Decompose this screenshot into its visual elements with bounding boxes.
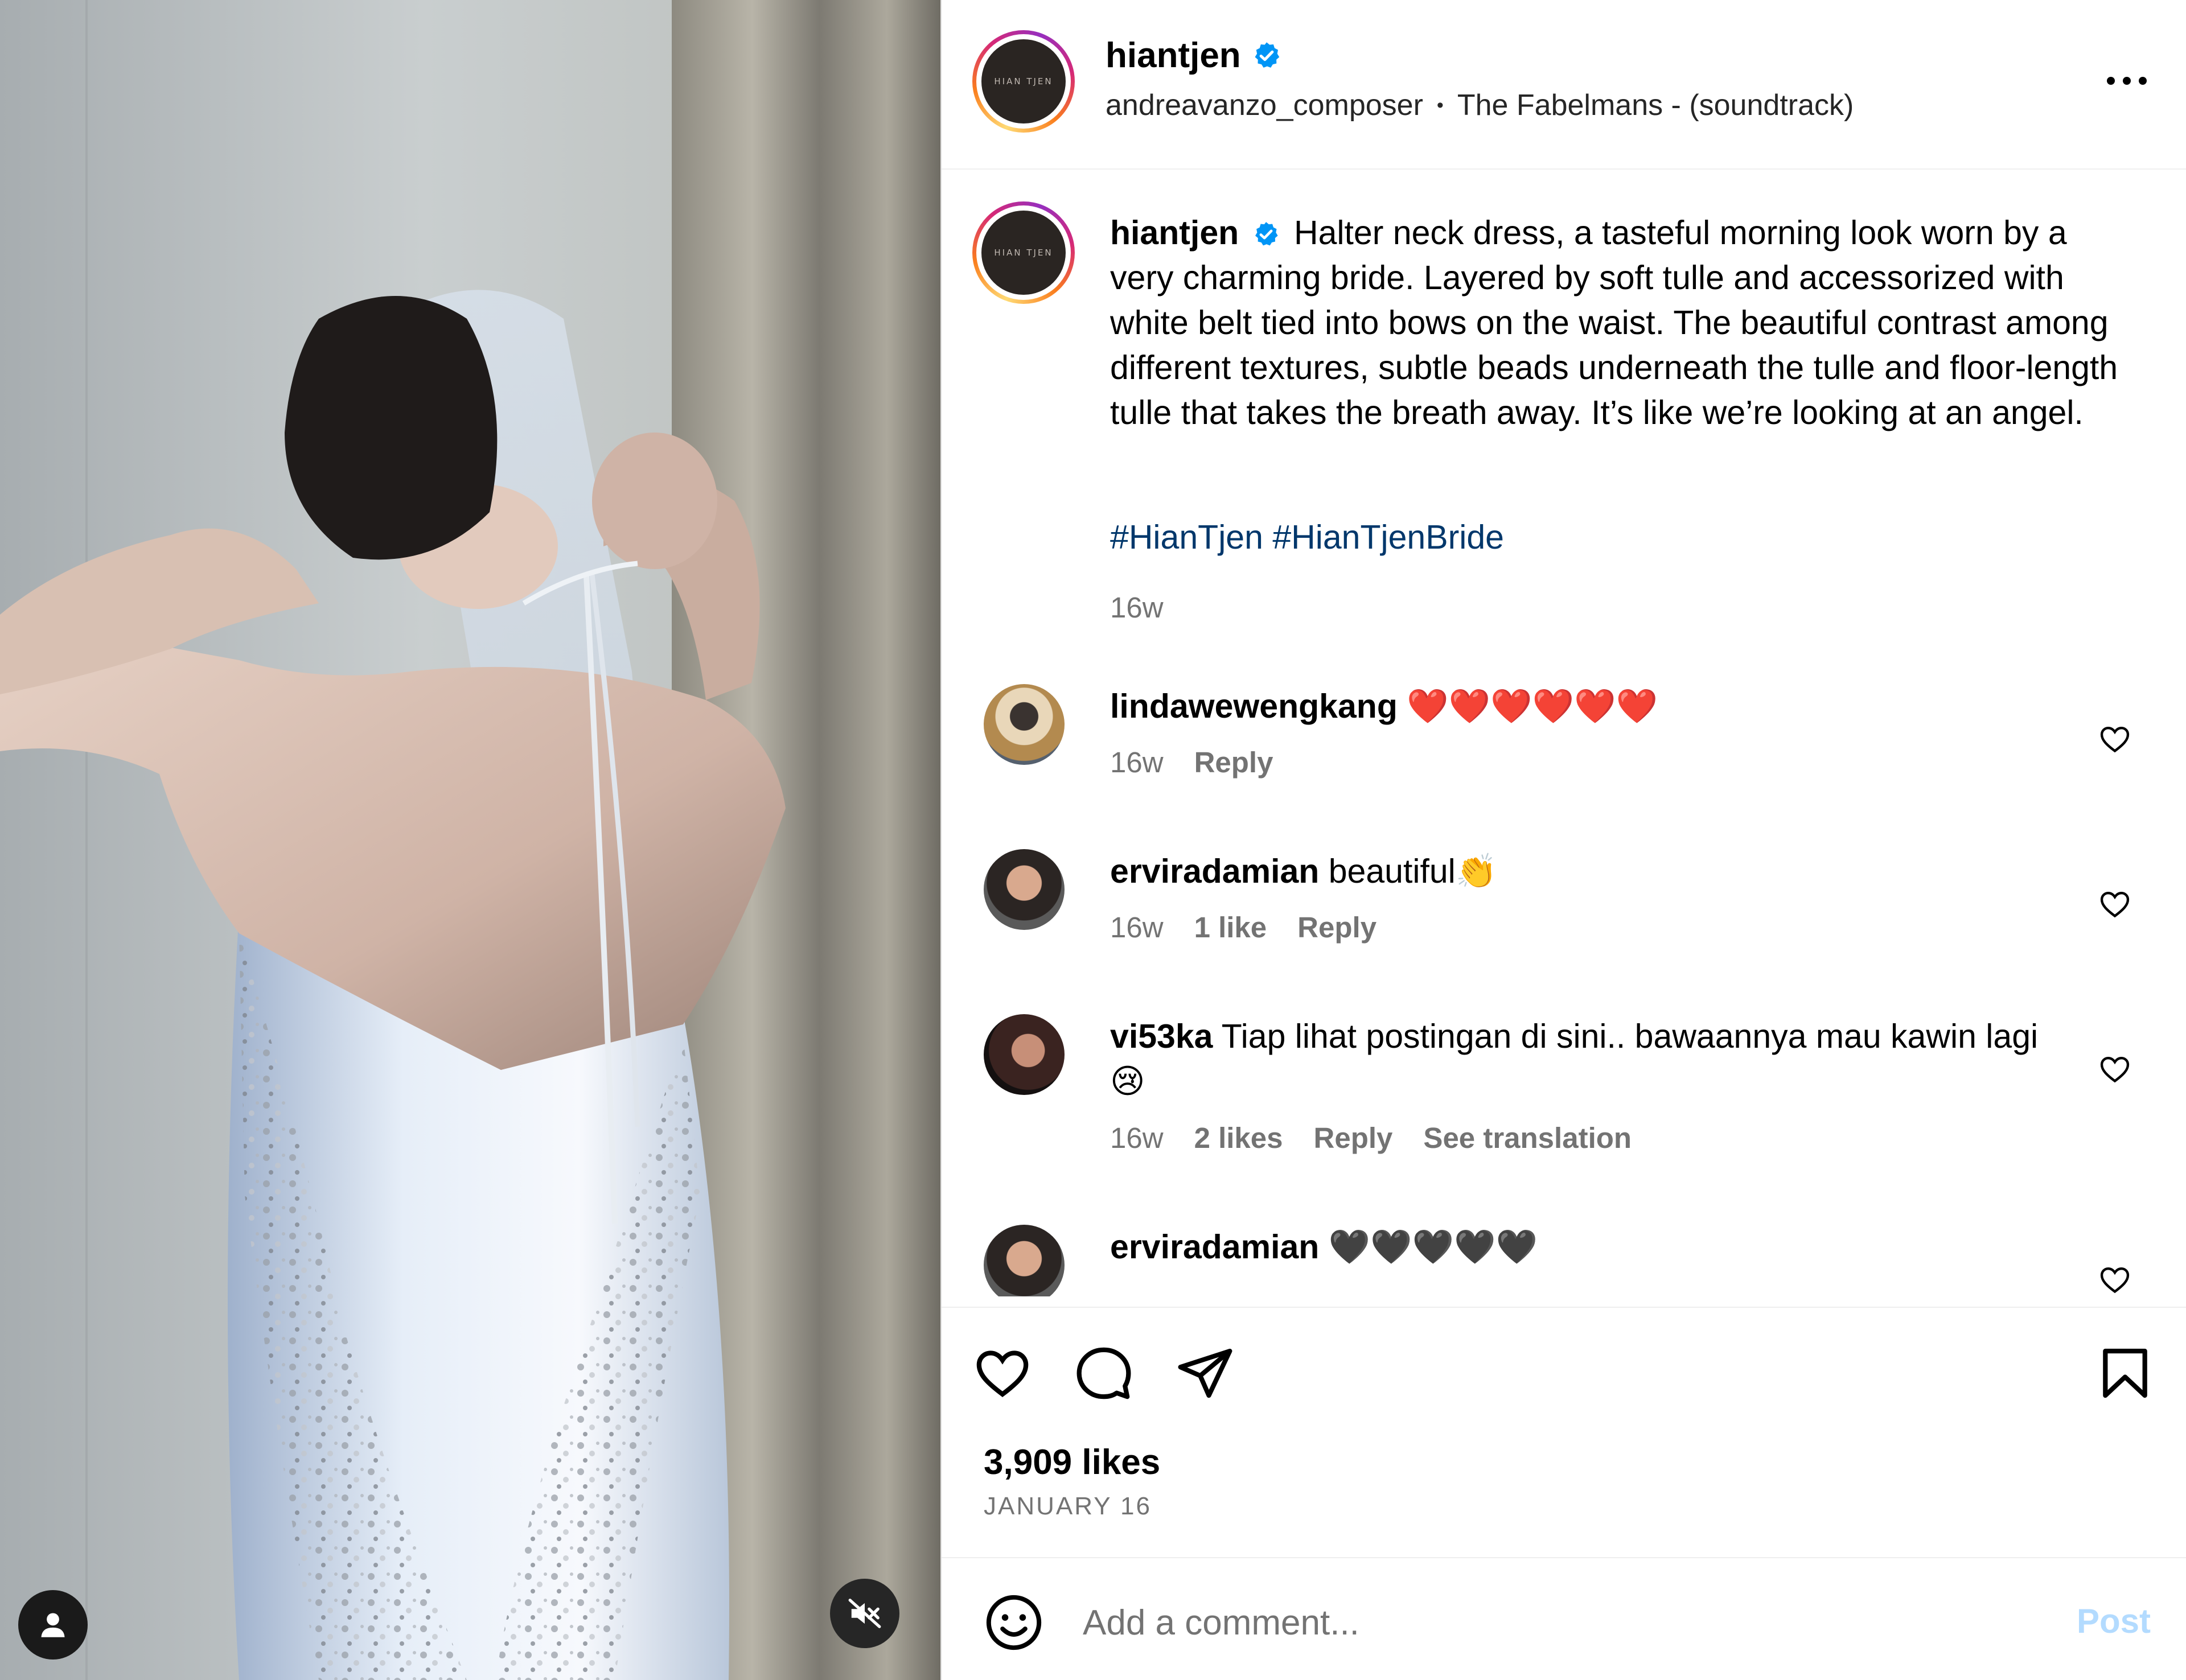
see-translation-link[interactable]: See translation: [1423, 1121, 1632, 1155]
comment-likes-count[interactable]: 1 like: [1194, 911, 1267, 944]
speaker-muted-icon: [848, 1599, 881, 1628]
commenter-avatar[interactable]: [984, 1014, 1065, 1095]
comment-timestamp[interactable]: 16w: [1110, 911, 1164, 944]
comment-button[interactable]: [1073, 1342, 1135, 1405]
like-button[interactable]: [971, 1342, 1034, 1405]
caption-hashtags[interactable]: #HianTjen #HianTjenBride: [1110, 518, 1504, 557]
caption-author-username[interactable]: hiantjen: [1110, 214, 1239, 252]
smiley-icon[interactable]: [984, 1592, 1044, 1653]
heart-icon: [976, 1350, 1029, 1397]
commenter-avatar[interactable]: [984, 849, 1065, 930]
author-avatar[interactable]: HIAN TJEN: [972, 30, 1075, 133]
mute-toggle-button[interactable]: [830, 1579, 899, 1648]
commenter-username[interactable]: vi53ka: [1110, 1018, 1213, 1055]
likes-count[interactable]: 3,909 likes: [984, 1442, 1160, 1483]
commenter-username[interactable]: erviradamian: [1110, 1228, 1319, 1266]
post-date[interactable]: JANUARY 16: [984, 1492, 1152, 1521]
share-button[interactable]: [1174, 1342, 1236, 1405]
bride-video-frame: [0, 0, 940, 1680]
comment-body: beautiful👏: [1328, 853, 1498, 890]
save-button[interactable]: [2094, 1342, 2156, 1405]
separator-dot: •: [1436, 94, 1444, 116]
verified-badge-icon: [1255, 42, 1279, 68]
caption-timestamp[interactable]: 16w: [1110, 591, 1164, 624]
caption-text-block: hiantjen Halter neck dress, a tasteful m…: [1110, 211, 2135, 435]
comment-meta: 16w 2 likes Reply See translation: [1110, 1121, 1632, 1155]
comment-timestamp[interactable]: 16w: [1110, 746, 1164, 779]
person-tag-icon: [41, 1613, 65, 1637]
comment-body: 🖤🖤🖤🖤🖤: [1328, 1228, 1538, 1266]
commenter-avatar[interactable]: [984, 684, 1065, 765]
comment-text: vi53ka Tiap lihat postingan di sini.. ba…: [1110, 1014, 2078, 1104]
comment-meta: 16w Reply: [1110, 746, 1273, 779]
post-media[interactable]: [0, 0, 940, 1680]
commenter-avatar[interactable]: [984, 1225, 1065, 1296]
comment-body: Tiap lihat postingan di sini.. bawaannya…: [1110, 1018, 2039, 1100]
caption-author-avatar[interactable]: HIAN TJEN: [972, 201, 1075, 304]
paper-plane-icon: [1178, 1348, 1232, 1398]
post-side-panel: HIAN TJEN hiantjen andreavanzo_composer …: [940, 0, 2186, 1680]
comment-like-heart-icon[interactable]: [2098, 888, 2131, 921]
author-username[interactable]: hiantjen: [1106, 35, 1241, 76]
reply-button[interactable]: Reply: [1297, 911, 1376, 944]
comment-like-heart-icon[interactable]: [2098, 1263, 2131, 1296]
reply-button[interactable]: Reply: [1194, 746, 1273, 779]
commenter-username[interactable]: lindawewengkang: [1110, 687, 1398, 725]
add-comment-input[interactable]: [1083, 1597, 1937, 1648]
avatar-logo: HIAN TJEN: [981, 39, 1066, 123]
comment-body: ❤️❤️❤️❤️❤️❤️: [1407, 687, 1658, 725]
verified-badge-icon: [1255, 222, 1278, 246]
audio-title-link[interactable]: The Fabelmans - (soundtrack): [1457, 88, 1854, 122]
comment-text: erviradamian 🖤🖤🖤🖤🖤: [1110, 1225, 2078, 1270]
comments-list[interactable]: lindawewengkang ❤️❤️❤️❤️❤️❤️ 16w Reply e…: [942, 672, 2186, 1296]
comment-meta: 16w 1 like Reply: [1110, 911, 1376, 944]
avatar-logo: HIAN TJEN: [981, 211, 1066, 295]
comment-like-heart-icon[interactable]: [2098, 1053, 2131, 1086]
bookmark-icon: [2103, 1348, 2147, 1398]
commenter-username[interactable]: erviradamian: [1110, 853, 1319, 890]
comment-timestamp[interactable]: 16w: [1110, 1121, 1164, 1155]
audio-artist-link[interactable]: andreavanzo_composer: [1106, 88, 1423, 122]
comment-like-heart-icon[interactable]: [2098, 723, 2131, 756]
comment-composer: Post: [942, 1557, 2186, 1680]
audio-attribution: andreavanzo_composer • The Fabelmans - (…: [1106, 88, 1854, 122]
more-options-icon[interactable]: [2098, 64, 2155, 98]
comment-text: lindawewengkang ❤️❤️❤️❤️❤️❤️: [1110, 684, 2078, 729]
actions-divider: [942, 1307, 2186, 1308]
author-name-row: hiantjen: [1106, 35, 1282, 76]
comment-text: erviradamian beautiful👏: [1110, 849, 2078, 894]
comment-likes-count[interactable]: 2 likes: [1194, 1121, 1283, 1155]
comment-bubble-icon: [1076, 1347, 1131, 1399]
post-header: HIAN TJEN hiantjen andreavanzo_composer …: [942, 0, 2186, 170]
tag-people-button[interactable]: [18, 1590, 88, 1660]
reply-button[interactable]: Reply: [1314, 1121, 1393, 1155]
post-comment-button[interactable]: Post: [2077, 1601, 2151, 1641]
